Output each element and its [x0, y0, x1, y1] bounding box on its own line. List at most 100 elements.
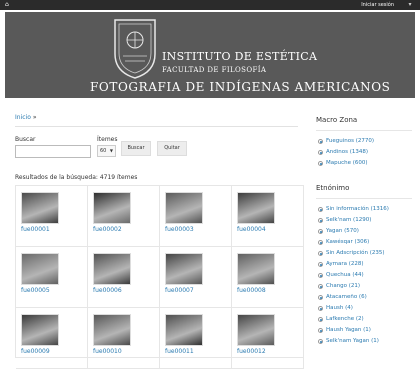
result-item-link[interactable]: fue00012: [237, 348, 266, 355]
result-item[interactable]: fue00003: [160, 186, 232, 247]
facet-item-label: Yagan (570): [326, 228, 359, 234]
facet-item[interactable]: Sin Adscripción (235): [316, 249, 416, 260]
bullet-icon: [318, 262, 323, 267]
institute-name: INSTITUTO DE ESTÉTICA: [162, 50, 318, 63]
facet-item[interactable]: Fueguinos (2770): [316, 137, 416, 148]
photo-thumbnail[interactable]: [165, 253, 203, 285]
bullet-icon: [318, 273, 323, 278]
bullet-icon: [318, 306, 323, 311]
photo-thumbnail[interactable]: [237, 192, 275, 224]
facet-item[interactable]: Haush Yagan (1): [316, 326, 416, 337]
results-grid: fue00001 fue00002 fue00003 fue00004 fue00005…: [15, 185, 304, 369]
photo-thumbnail[interactable]: [21, 192, 59, 224]
facet-item[interactable]: Chango (21): [316, 282, 416, 293]
search-input[interactable]: [15, 145, 91, 158]
result-item[interactable]: fue00006: [88, 247, 160, 308]
facet-item[interactable]: Kawésqar (306): [316, 238, 416, 249]
photo-thumbnail[interactable]: [237, 314, 275, 346]
divider: [316, 130, 412, 131]
facet-item-label: Quechua (44): [326, 272, 364, 278]
result-item[interactable]: fue00007: [160, 247, 232, 308]
result-item[interactable]: fue00011: [160, 308, 232, 369]
facet-item[interactable]: Haush (4): [316, 304, 416, 315]
login-link[interactable]: Iniciar sesión: [361, 1, 394, 9]
results-summary: Resultados de la búsqueda: 4719 ítemes: [15, 174, 138, 181]
facet-item-label: Chango (21): [326, 283, 361, 289]
bullet-icon: [318, 284, 323, 289]
facet-item-label: Selk'nam (1290): [326, 217, 372, 223]
result-item-link[interactable]: fue00003: [165, 226, 194, 233]
result-item[interactable]: fue00002: [88, 186, 160, 247]
photo-thumbnail[interactable]: [165, 314, 203, 346]
facet-item-label: Selk'nam Yagan (1): [326, 338, 379, 344]
facet-item[interactable]: Quechua (44): [316, 271, 416, 282]
facet-item[interactable]: Yagan (570): [316, 227, 416, 238]
result-item-link[interactable]: fue00002: [93, 226, 122, 233]
divider: [316, 198, 412, 199]
result-item[interactable]: fue00010: [88, 308, 160, 369]
bullet-icon: [318, 339, 323, 344]
result-item[interactable]: fue00009: [16, 308, 88, 369]
facet-item[interactable]: Selk'nam (1290): [316, 216, 416, 227]
photo-thumbnail[interactable]: [93, 314, 131, 346]
result-item-link[interactable]: fue00007: [165, 287, 194, 294]
result-item-link[interactable]: fue00008: [237, 287, 266, 294]
result-item-link[interactable]: fue00001: [21, 226, 50, 233]
search-button[interactable]: Buscar: [121, 141, 151, 156]
facet-item-label: Andinos (1348): [326, 149, 369, 155]
divider: [15, 126, 298, 127]
sidebar: Macro Zona Fueguinos (2770) Andinos (1348…: [316, 116, 416, 348]
facet-item-label: Atacameño (6): [326, 294, 367, 300]
etnonimo-list: Sin información (1316) Selk'nam (1290) Yag…: [316, 205, 416, 348]
photo-thumbnail[interactable]: [93, 192, 131, 224]
bullet-icon: [318, 251, 323, 256]
chevron-down-icon: ▼: [109, 148, 113, 153]
bullet-icon: [318, 317, 323, 322]
result-item-link[interactable]: fue00010: [93, 348, 122, 355]
facet-item[interactable]: Selk'nam Yagan (1): [316, 337, 416, 348]
settings-icon[interactable]: ▾: [405, 1, 415, 9]
result-item-link[interactable]: fue00005: [21, 287, 50, 294]
facet-item[interactable]: Atacameño (6): [316, 293, 416, 304]
result-item[interactable]: fue00001: [16, 186, 88, 247]
result-item-link[interactable]: fue00004: [237, 226, 266, 233]
clear-button[interactable]: Quitar: [157, 141, 187, 156]
items-per-page-select[interactable]: 60 ▼: [97, 145, 116, 157]
breadcrumb-separator: »: [32, 114, 37, 121]
facet-item-label: Sin Adscripción (235): [326, 250, 385, 256]
facet-item-label: Haush (4): [326, 305, 353, 311]
result-item[interactable]: fue00004: [232, 186, 304, 247]
bullet-icon: [318, 328, 323, 333]
facet-item[interactable]: Lafkenche (2): [316, 315, 416, 326]
photo-thumbnail[interactable]: [21, 314, 59, 346]
macro-zona-title: Macro Zona: [316, 116, 358, 124]
facet-item-label: Lafkenche (2): [326, 316, 364, 322]
bullet-icon: [318, 150, 323, 155]
photo-thumbnail[interactable]: [165, 192, 203, 224]
result-item[interactable]: fue00008: [232, 247, 304, 308]
photo-thumbnail[interactable]: [237, 253, 275, 285]
result-item[interactable]: fue00012: [232, 308, 304, 369]
result-item-link[interactable]: fue00011: [165, 348, 194, 355]
site-title[interactable]: FOTOGRAFIA DE INDÍGENAS AMERICANOS: [90, 80, 390, 94]
facet-item[interactable]: Mapuche (600): [316, 159, 416, 170]
breadcrumb: Inicio »: [15, 114, 36, 121]
photo-thumbnail[interactable]: [21, 253, 59, 285]
search-label: Buscar: [15, 136, 36, 143]
facet-item[interactable]: Aymara (228): [316, 260, 416, 271]
facet-item[interactable]: Sin información (1316): [316, 205, 416, 216]
result-item-link[interactable]: fue00009: [21, 348, 50, 355]
facet-item-label: Fueguinos (2770): [326, 138, 374, 144]
result-item[interactable]: fue00005: [16, 247, 88, 308]
facet-item-label: Haush Yagan (1): [326, 327, 371, 333]
breadcrumb-home-link[interactable]: Inicio: [15, 114, 31, 121]
bullet-icon: [318, 218, 323, 223]
items-per-page-value: 60: [100, 148, 107, 154]
facet-item[interactable]: Andinos (1348): [316, 148, 416, 159]
result-item-link[interactable]: fue00006: [93, 287, 122, 294]
bullet-icon: [318, 229, 323, 234]
photo-thumbnail[interactable]: [93, 253, 131, 285]
university-seal-icon: [114, 19, 156, 79]
etnonimo-title: Etnónimo: [316, 184, 350, 192]
home-icon[interactable]: ⌂: [5, 2, 11, 8]
